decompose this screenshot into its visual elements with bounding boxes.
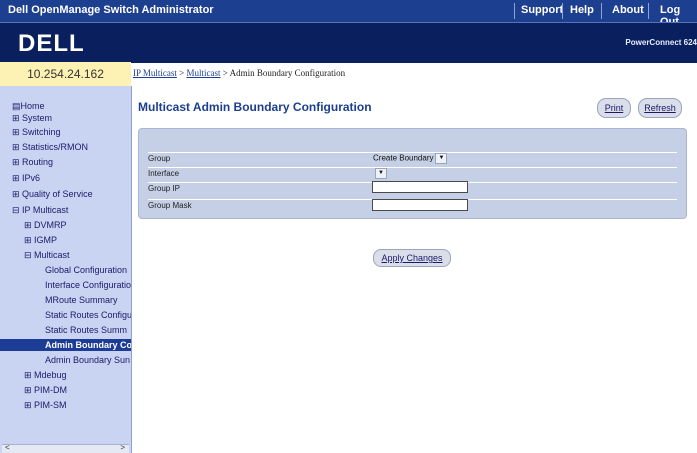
group-select-value: Create Boundary: [373, 153, 434, 163]
nav-ipv6[interactable]: ⊞ IPv6: [12, 172, 40, 184]
interface-select[interactable]: ▼: [373, 168, 387, 179]
breadcrumb-ip-multicast[interactable]: IP Multicast: [133, 68, 177, 78]
chevron-down-icon[interactable]: ▼: [375, 168, 387, 179]
product-name: PowerConnect 624: [625, 38, 697, 47]
breadcrumb-multicast[interactable]: Multicast: [187, 68, 221, 78]
nav-switching[interactable]: ⊞ Switching: [12, 126, 61, 138]
menu-divider: [562, 3, 563, 19]
brand-banner: DELL PowerConnect 624: [0, 22, 697, 63]
group-ip-input[interactable]: [372, 181, 468, 193]
scroll-right-icon[interactable]: >: [120, 443, 125, 452]
print-button[interactable]: Print: [597, 98, 631, 118]
nav-mroute-summary[interactable]: MRoute Summary: [45, 294, 118, 306]
page-title: Multicast Admin Boundary Configuration: [138, 100, 372, 114]
group-mask-row: Group Mask: [148, 199, 677, 212]
chevron-down-icon[interactable]: ▼: [435, 153, 448, 164]
nav-global-configuration[interactable]: Global Configuration: [45, 264, 127, 276]
interface-row: Interface ▼: [148, 167, 677, 180]
group-mask-input[interactable]: [372, 199, 468, 211]
interface-label: Interface: [148, 169, 180, 178]
nav-multicast[interactable]: ⊟ Multicast: [24, 249, 70, 261]
menu-divider: [514, 3, 515, 19]
refresh-button[interactable]: Refresh: [638, 98, 682, 118]
group-label: Group: [148, 154, 171, 163]
nav-mdebug[interactable]: ⊞ Mdebug: [24, 369, 67, 381]
nav-system[interactable]: ⊞ System: [12, 112, 52, 124]
group-select[interactable]: Create Boundary ▼: [373, 153, 448, 164]
nav-pim-sm[interactable]: ⊞ PIM-SM: [24, 399, 67, 411]
nav-static-routes-summary[interactable]: Static Routes Summ: [45, 324, 127, 336]
group-mask-label: Group Mask: [148, 201, 192, 210]
about-link[interactable]: About: [612, 4, 644, 16]
nav-pim-dm[interactable]: ⊞ PIM-DM: [24, 384, 67, 396]
admin-boundary-form: Group Create Boundary ▼ Interface ▼ Group…: [138, 128, 687, 219]
sidebar-horizontal-scrollbar[interactable]: < >: [2, 443, 129, 453]
dell-logo: DELL: [18, 30, 85, 57]
breadcrumb-separator: >: [220, 68, 230, 78]
nav-admin-boundary-summary[interactable]: Admin Boundary Sun: [45, 354, 130, 366]
menu-divider: [601, 3, 602, 19]
scroll-left-icon[interactable]: <: [5, 443, 10, 452]
breadcrumb: IP Multicast > Multicast > Admin Boundar…: [133, 68, 345, 78]
app-title: Dell OpenManage Switch Administrator: [8, 4, 214, 16]
device-ip-address: 10.254.24.162: [0, 62, 131, 87]
group-row: Group Create Boundary ▼: [148, 152, 677, 165]
menu-divider: [648, 3, 649, 19]
breadcrumb-separator: >: [176, 68, 187, 78]
nav-interface-configuration[interactable]: Interface Configuratio: [45, 279, 131, 291]
breadcrumb-current: Admin Boundary Configuration: [229, 68, 346, 78]
nav-igmp[interactable]: ⊞ IGMP: [24, 234, 57, 246]
nav-dvmrp[interactable]: ⊞ DVMRP: [24, 219, 67, 231]
nav-ip-multicast[interactable]: ⊟ IP Multicast: [12, 204, 68, 216]
nav-quality-of-service[interactable]: ⊞ Quality of Service: [12, 188, 93, 200]
nav-static-routes-configuration[interactable]: Static Routes Configu: [45, 309, 131, 321]
apply-changes-button[interactable]: Apply Changes: [373, 249, 451, 267]
group-ip-row: Group IP: [148, 181, 677, 195]
group-ip-label: Group IP: [148, 184, 181, 193]
nav-routing[interactable]: ⊞ Routing: [12, 156, 53, 168]
navigation-tree: ▤Home ⊞ System ⊞ Switching ⊞ Statistics/…: [0, 86, 132, 453]
nav-home[interactable]: ▤Home: [12, 100, 45, 112]
help-link[interactable]: Help: [570, 4, 594, 16]
nav-statistics-rmon[interactable]: ⊞ Statistics/RMON: [12, 141, 88, 153]
nav-admin-boundary-configuration[interactable]: Admin Boundary Co: [0, 339, 131, 351]
support-link[interactable]: Support: [521, 4, 563, 16]
top-menu-bar: Dell OpenManage Switch Administrator Sup…: [0, 0, 697, 28]
